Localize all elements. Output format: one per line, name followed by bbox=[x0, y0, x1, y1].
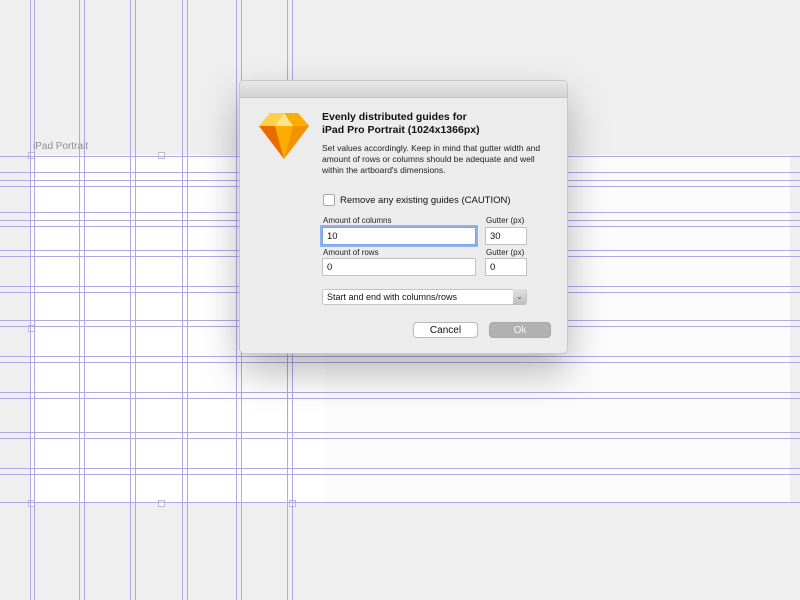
select-value: Start and end with columns/rows bbox=[327, 292, 458, 302]
resize-handle[interactable] bbox=[289, 500, 296, 507]
dialog-subtitle: iPad Pro Portrait (1024x1366px) bbox=[322, 124, 480, 136]
columns-gutter-label: Gutter (px) bbox=[486, 216, 525, 225]
remove-guides-checkbox[interactable]: Remove any existing guides (CAUTION) bbox=[323, 194, 511, 206]
columns-label: Amount of columns bbox=[323, 216, 392, 225]
columns-input[interactable] bbox=[322, 227, 476, 245]
checkbox-box[interactable] bbox=[323, 194, 335, 206]
resize-handle[interactable] bbox=[158, 500, 165, 507]
resize-handle[interactable] bbox=[28, 152, 35, 159]
ok-button[interactable]: Ok bbox=[489, 322, 551, 338]
sketch-diamond-icon bbox=[259, 113, 309, 159]
resize-handle[interactable] bbox=[158, 152, 165, 159]
cancel-button[interactable]: Cancel bbox=[413, 322, 478, 338]
dialog-titlebar[interactable] bbox=[240, 81, 567, 98]
rows-gutter-input[interactable] bbox=[485, 258, 527, 276]
chevron-down-icon[interactable]: ⌄ bbox=[513, 289, 526, 305]
dialog-description: Set values accordingly. Keep in mind tha… bbox=[322, 143, 541, 175]
guides-dialog: Evenly distributed guides for iPad Pro P… bbox=[239, 80, 568, 354]
columns-gutter-input[interactable] bbox=[485, 227, 527, 245]
rows-input[interactable] bbox=[322, 258, 476, 276]
resize-handle[interactable] bbox=[28, 325, 35, 332]
distribution-select[interactable]: Start and end with columns/rows ⌄ bbox=[322, 289, 527, 305]
artboard-label[interactable]: iPad Portrait bbox=[33, 141, 88, 152]
rows-gutter-label: Gutter (px) bbox=[486, 248, 525, 257]
checkbox-label: Remove any existing guides (CAUTION) bbox=[340, 194, 511, 206]
dialog-title: Evenly distributed guides for bbox=[322, 111, 467, 123]
resize-handle[interactable] bbox=[28, 500, 35, 507]
rows-label: Amount of rows bbox=[323, 248, 379, 257]
